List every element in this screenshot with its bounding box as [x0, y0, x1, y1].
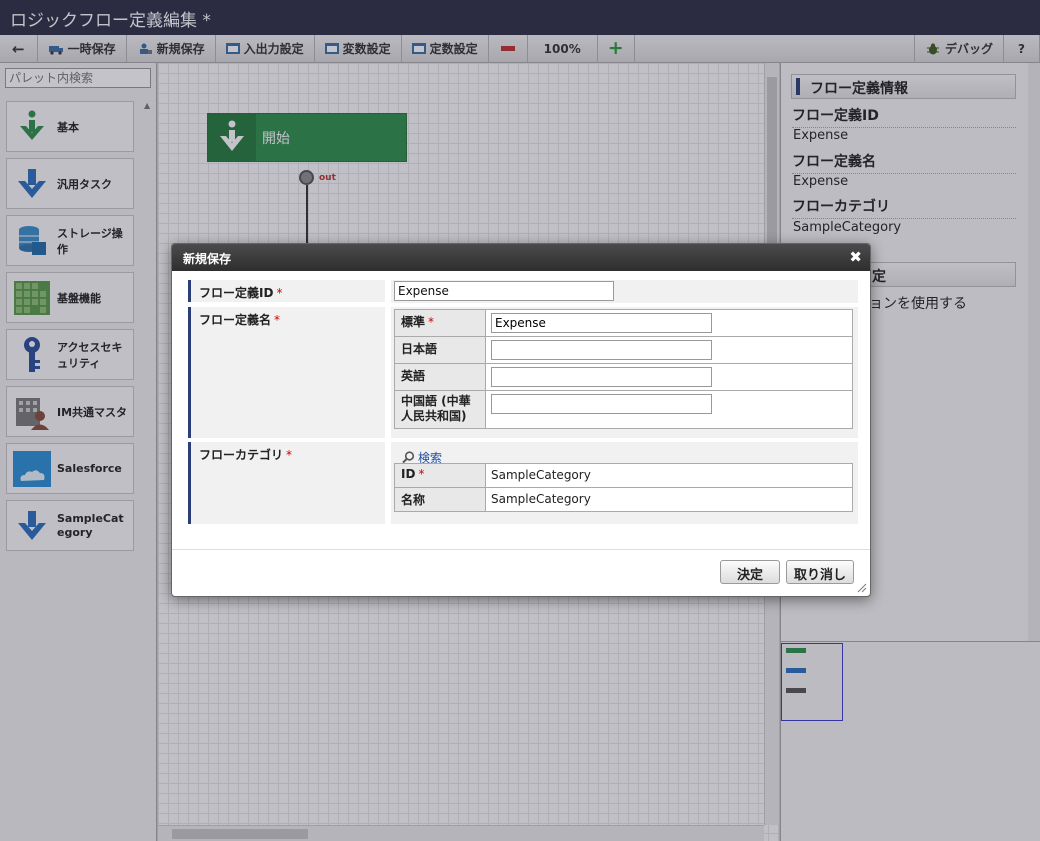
flow-name-chinese-input[interactable]: [491, 394, 712, 414]
flow-category-table: ID * SampleCategory 名称 SampleCategory: [394, 463, 853, 512]
required-mark: *: [286, 448, 293, 462]
flow-id-label: フロー定義ID *: [188, 280, 385, 302]
required-mark: *: [276, 286, 283, 300]
locale-row-english: 英語: [394, 363, 853, 391]
new-save-dialog: 新規保存 ✖ フロー定義ID* フロー定義名* 標準* 日本語 英語 中国語 (…: [171, 243, 871, 597]
flow-name-locale-table: 標準* 日本語 英語 中国語 (中華人民共和国): [394, 309, 853, 429]
dialog-title: 新規保存: [183, 252, 232, 266]
flow-name-label-text: フロー定義名: [199, 313, 272, 327]
locale-label: 英語: [394, 363, 486, 391]
flow-id-input[interactable]: [394, 281, 614, 301]
flow-name-standard-input[interactable]: [491, 313, 712, 333]
locale-row-chinese: 中国語 (中華人民共和国): [394, 390, 853, 429]
flow-name-japanese-input[interactable]: [491, 340, 712, 360]
flow-name-label: フロー定義名 *: [188, 307, 385, 438]
flow-name-english-input[interactable]: [491, 367, 712, 387]
required-mark: *: [428, 315, 435, 329]
category-name-label: 名称: [394, 487, 486, 512]
category-id-row: ID * SampleCategory: [394, 463, 853, 488]
locale-label: 日本語: [394, 336, 486, 364]
ok-button[interactable]: 決定: [720, 560, 780, 584]
category-id-label: ID *: [394, 463, 486, 488]
required-mark: *: [274, 313, 281, 327]
locale-value-cell: [485, 309, 853, 337]
category-name-value: SampleCategory: [485, 487, 853, 512]
locale-value-cell: [485, 363, 853, 391]
close-icon[interactable]: ✖: [849, 248, 862, 266]
locale-value-cell: [485, 336, 853, 364]
locale-label: 標準 *: [394, 309, 486, 337]
locale-row-standard: 標準 *: [394, 309, 853, 337]
cancel-button[interactable]: 取り消し: [786, 560, 854, 584]
locale-row-japanese: 日本語: [394, 336, 853, 364]
locale-label: 中国語 (中華人民共和国): [394, 390, 486, 429]
locale-value-cell: [485, 390, 853, 429]
flow-category-label-text: フローカテゴリ: [199, 448, 284, 462]
category-id-value: SampleCategory: [485, 463, 853, 488]
category-name-row: 名称 SampleCategory: [394, 487, 853, 512]
flow-id-label-text: フロー定義ID: [199, 286, 274, 300]
dialog-title-bar[interactable]: 新規保存 ✖: [172, 244, 870, 271]
resize-grip-icon[interactable]: [857, 583, 867, 593]
flow-category-label: フローカテゴリ *: [188, 442, 385, 524]
dialog-footer-divider: [172, 549, 870, 550]
required-mark: *: [418, 467, 425, 481]
